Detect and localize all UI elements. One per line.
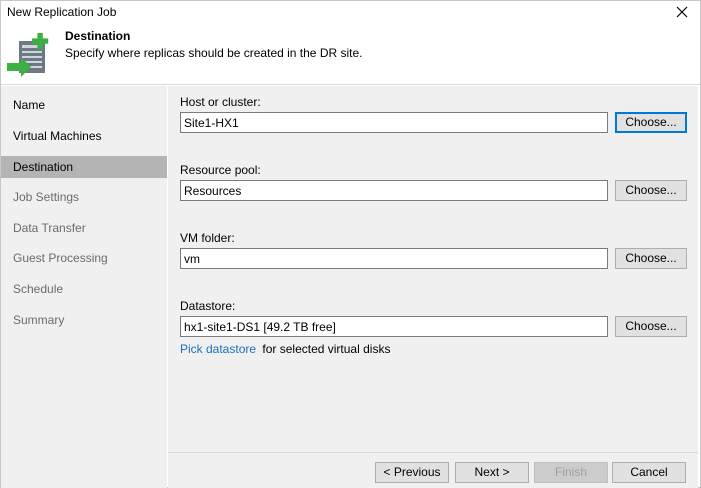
- choose-datastore-button[interactable]: Choose...: [615, 316, 687, 337]
- title-bar: New Replication Job: [1, 1, 700, 23]
- host-label: Host or cluster:: [180, 95, 261, 109]
- pick-datastore-link[interactable]: Pick datastore: [180, 342, 256, 356]
- pick-datastore-suffix: for selected virtual disks: [262, 342, 391, 356]
- page-title: Destination: [65, 29, 131, 43]
- step-job-settings[interactable]: Job Settings: [1, 186, 167, 208]
- finish-button: Finish: [534, 462, 608, 483]
- wizard-footer: < Previous Next > Finish Cancel: [168, 452, 698, 488]
- step-guest-processing[interactable]: Guest Processing: [1, 247, 167, 269]
- choose-vm-folder-button[interactable]: Choose...: [615, 248, 687, 269]
- destination-wizard-icon: [7, 31, 55, 79]
- vm-folder-field[interactable]: vm: [180, 248, 608, 269]
- resource-pool-label: Resource pool:: [180, 163, 261, 177]
- datastore-field[interactable]: hx1-site1-DS1 [49.2 TB free]: [180, 316, 608, 337]
- choose-resource-pool-button[interactable]: Choose...: [615, 180, 687, 201]
- next-button[interactable]: Next >: [455, 462, 529, 483]
- wizard-window: New Replication Job Destination Specify …: [0, 0, 701, 488]
- step-destination[interactable]: Destination: [1, 156, 167, 178]
- step-data-transfer[interactable]: Data Transfer: [1, 217, 167, 239]
- destination-form: Host or cluster: Site1-HX1 Choose... Res…: [168, 86, 698, 452]
- resource-pool-field[interactable]: Resources: [180, 180, 608, 201]
- close-icon[interactable]: [672, 2, 692, 22]
- step-schedule[interactable]: Schedule: [1, 278, 167, 300]
- vm-folder-label: VM folder:: [180, 231, 235, 245]
- datastore-label: Datastore:: [180, 299, 236, 313]
- step-name[interactable]: Name: [1, 94, 167, 116]
- cancel-button[interactable]: Cancel: [612, 462, 686, 483]
- step-summary[interactable]: Summary: [1, 309, 167, 331]
- pick-datastore-line: Pick datastore for selected virtual disk…: [180, 342, 390, 356]
- host-field[interactable]: Site1-HX1: [180, 112, 608, 133]
- previous-button[interactable]: < Previous: [375, 462, 449, 483]
- window-title: New Replication Job: [7, 5, 117, 19]
- wizard-header: Destination Specify where replicas shoul…: [1, 23, 700, 85]
- choose-host-button[interactable]: Choose...: [615, 112, 687, 133]
- page-subtitle: Specify where replicas should be created…: [65, 46, 363, 60]
- wizard-steps: Name Virtual Machines Destination Job Se…: [1, 86, 167, 488]
- step-virtual-machines[interactable]: Virtual Machines: [1, 125, 167, 147]
